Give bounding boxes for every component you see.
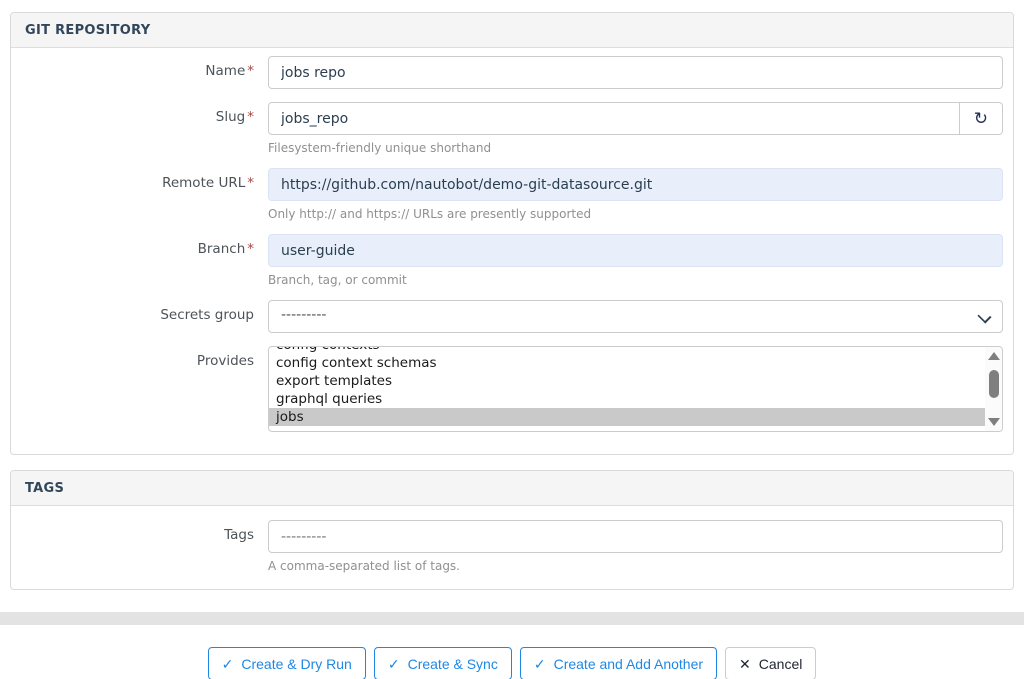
tags-panel: TAGS Tags A comma-separated list of tags… (10, 470, 1014, 590)
scroll-down-icon[interactable] (988, 418, 1000, 426)
tags-label: Tags (11, 520, 268, 543)
branch-row: Branch* Branch, tag, or commit (11, 234, 1003, 287)
refresh-icon: ↻ (974, 110, 988, 127)
git-repository-form-page: GIT REPOSITORY Name* Slug* (0, 12, 1024, 679)
scroll-up-icon[interactable] (988, 352, 1000, 360)
required-asterisk: * (247, 175, 254, 191)
name-field[interactable] (268, 56, 1003, 89)
remote-url-row: Remote URL* Only http:// and https:// UR… (11, 168, 1003, 221)
bottom-divider-band (0, 612, 1024, 625)
provides-row: Provides config contexts config context … (11, 346, 1003, 432)
provides-option-config-contexts[interactable]: config contexts (269, 347, 985, 354)
git-repository-panel: GIT REPOSITORY Name* Slug* (10, 12, 1014, 455)
provides-options: config contexts config context schemas e… (269, 347, 985, 431)
provides-option-export-templates[interactable]: export templates (269, 372, 985, 390)
provides-scrollbar[interactable] (985, 347, 1002, 431)
remote-url-help-text: Only http:// and https:// URLs are prese… (268, 207, 1003, 221)
provides-option-config-context-schemas[interactable]: config context schemas (269, 354, 985, 372)
provides-option-graphql-queries[interactable]: graphql queries (269, 390, 985, 408)
scrollbar-thumb[interactable] (989, 370, 999, 398)
remote-url-field[interactable] (268, 168, 1003, 201)
name-label: Name* (11, 56, 268, 79)
create-sync-label: Create & Sync (408, 656, 498, 672)
secrets-group-label: Secrets group (11, 300, 268, 323)
slug-label: Slug* (11, 102, 268, 125)
required-asterisk: * (247, 241, 254, 257)
tags-field[interactable] (268, 520, 1003, 553)
git-repository-panel-title: GIT REPOSITORY (25, 23, 150, 38)
chevron-down-icon (979, 311, 988, 320)
git-repository-panel-body: Name* Slug* ↻ File (11, 48, 1013, 454)
create-sync-button[interactable]: ✓ Create & Sync (374, 647, 512, 679)
provides-multiselect[interactable]: config contexts config context schemas e… (268, 346, 1003, 432)
secrets-group-row: Secrets group --------- (11, 300, 1003, 333)
secrets-group-select[interactable]: --------- (268, 300, 1003, 333)
slug-field[interactable] (268, 102, 960, 135)
create-dry-run-label: Create & Dry Run (241, 656, 351, 672)
secrets-group-selected-value: --------- (281, 307, 326, 323)
create-add-another-button[interactable]: ✓ Create and Add Another (520, 647, 717, 679)
required-asterisk: * (247, 63, 254, 79)
required-asterisk: * (247, 109, 254, 125)
git-repository-panel-header: GIT REPOSITORY (11, 13, 1013, 48)
check-icon: ✓ (222, 657, 234, 671)
regenerate-slug-button[interactable]: ↻ (960, 102, 1003, 135)
slug-row: Slug* ↻ Filesystem-friendly unique short… (11, 102, 1003, 155)
check-icon: ✓ (534, 657, 546, 671)
tags-row: Tags A comma-separated list of tags. (11, 520, 1003, 573)
name-row: Name* (11, 56, 1003, 89)
tags-panel-title: TAGS (25, 481, 64, 496)
slug-help-text: Filesystem-friendly unique shorthand (268, 141, 1003, 155)
create-add-another-label: Create and Add Another (554, 656, 703, 672)
check-icon: ✓ (388, 657, 400, 671)
tags-panel-body: Tags A comma-separated list of tags. (11, 506, 1013, 589)
tags-panel-header: TAGS (11, 471, 1013, 506)
remote-url-label: Remote URL* (11, 168, 268, 191)
provides-option-jobs[interactable]: jobs (269, 408, 985, 426)
cancel-label: Cancel (759, 656, 803, 672)
branch-field[interactable] (268, 234, 1003, 267)
cancel-button[interactable]: ✕ Cancel (725, 647, 816, 679)
form-actions: ✓ Create & Dry Run ✓ Create & Sync ✓ Cre… (0, 647, 1024, 679)
create-dry-run-button[interactable]: ✓ Create & Dry Run (208, 647, 366, 679)
tags-help-text: A comma-separated list of tags. (268, 559, 1003, 573)
branch-label: Branch* (11, 234, 268, 257)
branch-help-text: Branch, tag, or commit (268, 273, 1003, 287)
close-icon: ✕ (739, 657, 751, 671)
provides-label: Provides (11, 346, 268, 369)
